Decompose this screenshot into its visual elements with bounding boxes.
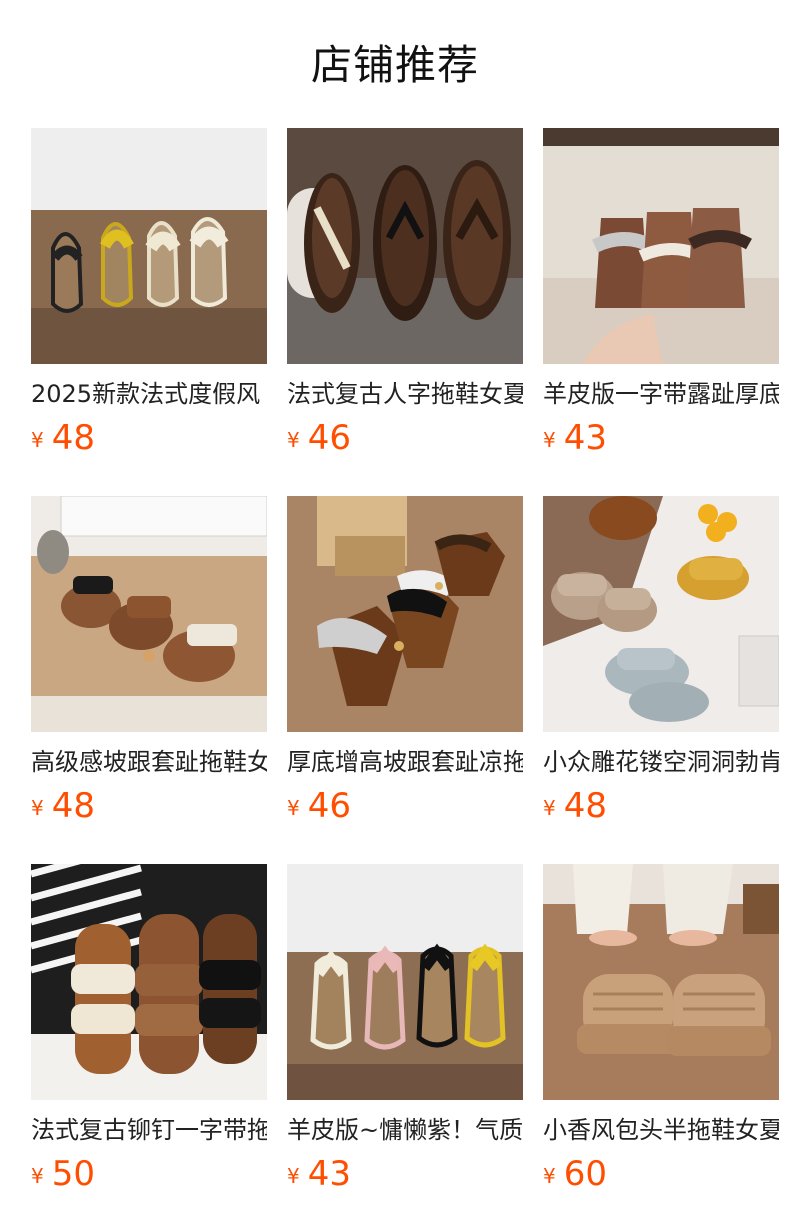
product-price: ¥48 [31, 786, 267, 826]
product-title[interactable]: 2025新款法式度假风 [31, 378, 267, 410]
product-image[interactable] [287, 496, 523, 732]
product-image[interactable] [543, 864, 779, 1100]
price-amount: 60 [563, 1154, 607, 1194]
product-image[interactable] [31, 128, 267, 364]
price-amount: 48 [563, 786, 607, 826]
product-title[interactable]: 小香风包头半拖鞋女夏 [543, 1114, 779, 1146]
product-card[interactable]: 高级感坡跟套趾拖鞋女 ¥48 [31, 496, 267, 864]
price-amount: 43 [307, 1154, 351, 1194]
product-image[interactable] [31, 496, 267, 732]
product-price: ¥60 [543, 1154, 779, 1194]
product-card[interactable]: 羊皮版一字带露趾厚底 ¥43 [543, 128, 779, 496]
product-image[interactable] [543, 496, 779, 732]
currency-symbol: ¥ [31, 796, 44, 820]
product-price: ¥48 [543, 786, 779, 826]
product-title[interactable]: 羊皮版~慵懒紫！气质 [287, 1114, 523, 1146]
product-card[interactable]: 厚底增高坡跟套趾凉拖 ¥46 [287, 496, 523, 864]
product-title[interactable]: 羊皮版一字带露趾厚底 [543, 378, 779, 410]
product-card[interactable]: 小众雕花镂空洞洞勃肯 ¥48 [543, 496, 779, 864]
product-grid: 2025新款法式度假风 ¥48 法式复古人字拖鞋女夏 ¥ 46 羊皮版一字带露趾… [31, 128, 790, 1232]
product-image[interactable] [543, 128, 779, 364]
product-title[interactable]: 法式复古人字拖鞋女夏 [287, 378, 523, 410]
price-amount: 48 [51, 418, 95, 458]
product-image[interactable] [287, 128, 523, 364]
price-amount: 46 [307, 418, 351, 458]
price-amount: 48 [51, 786, 95, 826]
product-card[interactable]: 法式复古人字拖鞋女夏 ¥46 [287, 128, 523, 496]
product-title[interactable]: 小众雕花镂空洞洞勃肯 [543, 746, 779, 778]
price-amount: 43 [563, 418, 607, 458]
product-price: ¥46 [287, 786, 523, 826]
currency-symbol: ¥ [543, 428, 556, 452]
product-card[interactable]: 2025新款法式度假风 ¥48 [31, 128, 267, 496]
product-image[interactable] [287, 864, 523, 1100]
price-amount: 50 [51, 1154, 95, 1194]
price-amount: 46 [307, 786, 351, 826]
product-price: ¥43 [287, 1154, 523, 1194]
product-price: ¥48 [31, 418, 267, 458]
product-price: ¥43 [543, 418, 779, 458]
product-title[interactable]: 厚底增高坡跟套趾凉拖 [287, 746, 523, 778]
product-card[interactable]: 法式复古铆钉一字带拖 ¥50 [31, 864, 267, 1232]
product-title[interactable]: 高级感坡跟套趾拖鞋女 [31, 746, 267, 778]
currency-symbol: ¥ [287, 796, 300, 820]
currency-symbol: ¥ [287, 428, 300, 452]
product-card[interactable]: 羊皮版~慵懒紫！气质 ¥43 [287, 864, 523, 1232]
product-price: ¥50 [31, 1154, 267, 1194]
product-price: ¥46 [287, 418, 523, 458]
currency-symbol: ¥ [31, 428, 44, 452]
section-title: 店铺推荐 [311, 41, 479, 89]
currency-symbol: ¥ [287, 1164, 300, 1188]
currency-symbol: ¥ [543, 796, 556, 820]
product-card[interactable]: 小香风包头半拖鞋女夏 ¥60 [543, 864, 779, 1232]
product-title[interactable]: 法式复古铆钉一字带拖 [31, 1114, 267, 1146]
currency-symbol: ¥ [31, 1164, 44, 1188]
product-image[interactable] [31, 864, 267, 1100]
currency-symbol: ¥ [543, 1164, 556, 1188]
